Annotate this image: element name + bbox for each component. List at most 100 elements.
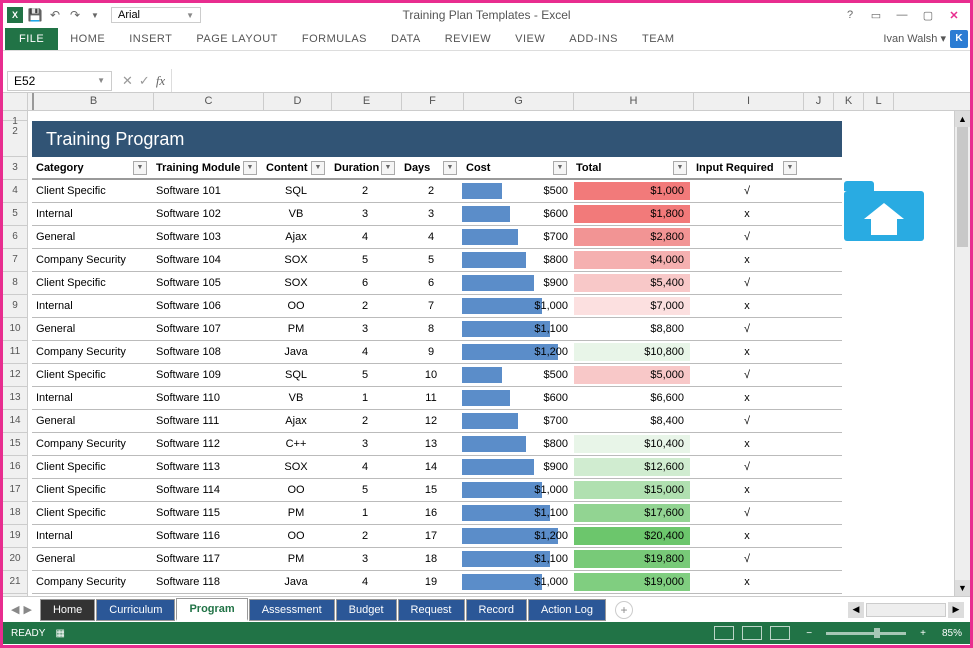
ribbon-tab-page-layout[interactable]: PAGE LAYOUT bbox=[184, 29, 290, 49]
ribbon-tab-team[interactable]: TEAM bbox=[630, 29, 687, 49]
table-row[interactable]: InternalSoftware 116OO217$1,200$20,400x bbox=[32, 525, 842, 548]
row-header-7[interactable]: 7 bbox=[3, 249, 27, 272]
cell-days[interactable]: 9 bbox=[400, 341, 462, 363]
cell-cat[interactable]: General bbox=[32, 548, 152, 570]
table-row[interactable]: InternalSoftware 106OO27$1,000$7,000x bbox=[32, 295, 842, 318]
cancel-icon[interactable]: ✕ bbox=[122, 73, 133, 89]
cell-dur[interactable]: 1 bbox=[330, 387, 400, 409]
cell-days[interactable]: 15 bbox=[400, 479, 462, 501]
cell-days[interactable]: 19 bbox=[400, 571, 462, 593]
user-avatar[interactable]: K bbox=[950, 30, 968, 48]
cell-dur[interactable]: 2 bbox=[330, 525, 400, 547]
cell-con[interactable]: OO bbox=[262, 525, 330, 547]
row-header-8[interactable]: 8 bbox=[3, 272, 27, 295]
col-header-K[interactable]: K bbox=[834, 93, 864, 110]
cell-mod[interactable]: Software 118 bbox=[152, 571, 262, 593]
cell-con[interactable]: VB bbox=[262, 203, 330, 225]
page-layout-view-icon[interactable] bbox=[742, 626, 762, 640]
column-header[interactable]: Days▼ bbox=[400, 157, 462, 178]
cell-cost[interactable]: $1,000 bbox=[462, 479, 572, 501]
filter-dropdown-icon[interactable]: ▼ bbox=[381, 161, 395, 175]
cell-cat[interactable]: Company Security bbox=[32, 341, 152, 363]
cell-con[interactable]: SOX bbox=[262, 272, 330, 294]
filter-dropdown-icon[interactable]: ▼ bbox=[553, 161, 567, 175]
cell-mod[interactable]: Software 115 bbox=[152, 502, 262, 524]
cell-cost[interactable]: $1,100 bbox=[462, 318, 572, 340]
home-folder-icon[interactable] bbox=[844, 171, 924, 241]
table-row[interactable]: InternalSoftware 110VB111$600$6,600x bbox=[32, 387, 842, 410]
cell-days[interactable]: 11 bbox=[400, 387, 462, 409]
cell-input-required[interactable]: √ bbox=[692, 272, 802, 294]
cell-cat[interactable]: Client Specific bbox=[32, 456, 152, 478]
cell-cost[interactable]: $1,100 bbox=[462, 502, 572, 524]
cell-total[interactable]: $5,400 bbox=[572, 272, 692, 294]
cell-con[interactable]: SOX bbox=[262, 456, 330, 478]
cell-dur[interactable]: 2 bbox=[330, 180, 400, 202]
row-header-19[interactable]: 19 bbox=[3, 525, 27, 548]
table-row[interactable]: Client SpecificSoftware 109SQL510$500$5,… bbox=[32, 364, 842, 387]
cell-input-required[interactable]: x bbox=[692, 479, 802, 501]
cell-con[interactable]: PM bbox=[262, 318, 330, 340]
table-row[interactable]: GeneralSoftware 117PM318$1,100$19,800√ bbox=[32, 548, 842, 571]
cell-con[interactable]: Java bbox=[262, 571, 330, 593]
cell-input-required[interactable]: x bbox=[692, 571, 802, 593]
cell-input-required[interactable]: √ bbox=[692, 456, 802, 478]
cell-input-required[interactable]: x bbox=[692, 525, 802, 547]
fx-icon[interactable]: fx bbox=[156, 73, 165, 89]
cell-con[interactable]: PM bbox=[262, 548, 330, 570]
column-header[interactable]: Total▼ bbox=[572, 157, 692, 178]
page-break-view-icon[interactable] bbox=[770, 626, 790, 640]
cell-input-required[interactable]: √ bbox=[692, 364, 802, 386]
row-header-5[interactable]: 5 bbox=[3, 203, 27, 226]
cell-input-required[interactable]: x bbox=[692, 433, 802, 455]
cell-mod[interactable]: Software 110 bbox=[152, 387, 262, 409]
cell-con[interactable]: SQL bbox=[262, 364, 330, 386]
table-row[interactable]: Client SpecificSoftware 113SOX414$900$12… bbox=[32, 456, 842, 479]
cell-total[interactable]: $2,800 bbox=[572, 226, 692, 248]
cell-input-required[interactable]: √ bbox=[692, 180, 802, 202]
cell-mod[interactable]: Software 111 bbox=[152, 410, 262, 432]
ribbon-display-icon[interactable]: ▭ bbox=[864, 6, 888, 24]
filter-dropdown-icon[interactable]: ▼ bbox=[243, 161, 257, 175]
cell-input-required[interactable]: √ bbox=[692, 502, 802, 524]
cell-total[interactable]: $8,400 bbox=[572, 410, 692, 432]
accept-icon[interactable]: ✓ bbox=[139, 73, 150, 89]
cell-mod[interactable]: Software 113 bbox=[152, 456, 262, 478]
minimize-button[interactable]: — bbox=[890, 6, 914, 24]
row-header-14[interactable]: 14 bbox=[3, 410, 27, 433]
cell-days[interactable]: 6 bbox=[400, 272, 462, 294]
column-header[interactable]: Duration▼ bbox=[330, 157, 400, 178]
cell-cat[interactable]: General bbox=[32, 318, 152, 340]
add-sheet-button[interactable]: + bbox=[615, 601, 633, 619]
maximize-button[interactable]: ▢ bbox=[916, 6, 940, 24]
row-header-15[interactable]: 15 bbox=[3, 433, 27, 456]
help-icon[interactable]: ? bbox=[838, 6, 862, 24]
cell-cost[interactable]: $1,200 bbox=[462, 341, 572, 363]
cell-dur[interactable]: 2 bbox=[330, 410, 400, 432]
cell-total[interactable]: $15,000 bbox=[572, 479, 692, 501]
cell-days[interactable]: 17 bbox=[400, 525, 462, 547]
cell-mod[interactable]: Software 108 bbox=[152, 341, 262, 363]
col-header-J[interactable]: J bbox=[804, 93, 834, 110]
cell-cost[interactable]: $900 bbox=[462, 272, 572, 294]
cell-cat[interactable]: Client Specific bbox=[32, 364, 152, 386]
table-row[interactable]: GeneralSoftware 111Ajax212$700$8,400√ bbox=[32, 410, 842, 433]
macro-record-icon[interactable]: ▦ bbox=[55, 628, 64, 639]
scroll-up-icon[interactable]: ▲ bbox=[955, 111, 970, 127]
cell-dur[interactable]: 6 bbox=[330, 272, 400, 294]
sheet-tab-assessment[interactable]: Assessment bbox=[249, 599, 335, 621]
table-row[interactable]: InternalSoftware 102VB33$600$1,800x bbox=[32, 203, 842, 226]
cell-mod[interactable]: Software 103 bbox=[152, 226, 262, 248]
hscroll-track[interactable] bbox=[866, 603, 946, 617]
sheet-tab-curriculum[interactable]: Curriculum bbox=[96, 599, 175, 621]
col-header-L[interactable]: L bbox=[864, 93, 894, 110]
row-header-21[interactable]: 21 bbox=[3, 571, 27, 594]
table-row[interactable]: Company SecuritySoftware 108Java49$1,200… bbox=[32, 341, 842, 364]
cell-cost[interactable]: $600 bbox=[462, 387, 572, 409]
col-header-D[interactable]: D bbox=[264, 93, 332, 110]
cell-con[interactable]: Java bbox=[262, 341, 330, 363]
cell-mod[interactable]: Software 114 bbox=[152, 479, 262, 501]
cell-total[interactable]: $12,600 bbox=[572, 456, 692, 478]
cell-input-required[interactable]: x bbox=[692, 203, 802, 225]
scroll-down-icon[interactable]: ▼ bbox=[955, 580, 970, 596]
